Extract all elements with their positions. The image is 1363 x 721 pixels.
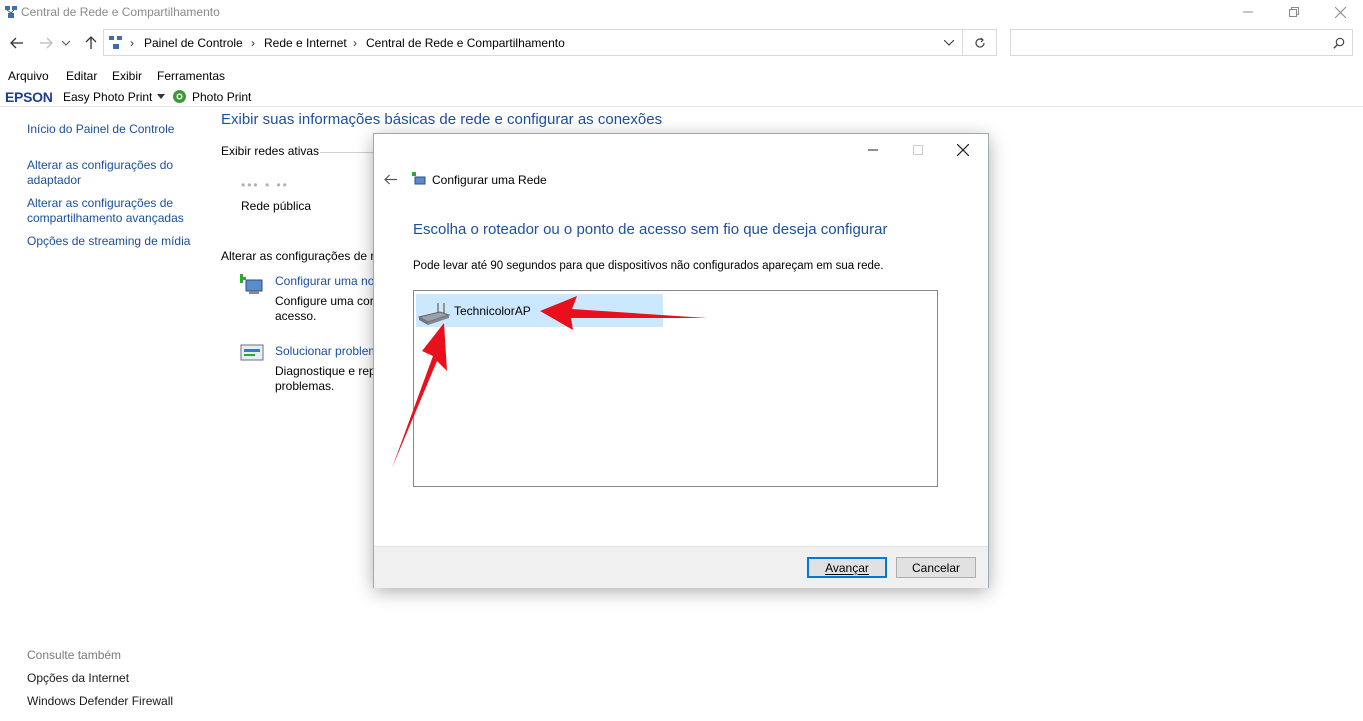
annotation-arrows (392, 296, 707, 468)
annotation-arrow-diagonal (392, 323, 447, 468)
annotation-arrow-horizontal (540, 296, 707, 330)
